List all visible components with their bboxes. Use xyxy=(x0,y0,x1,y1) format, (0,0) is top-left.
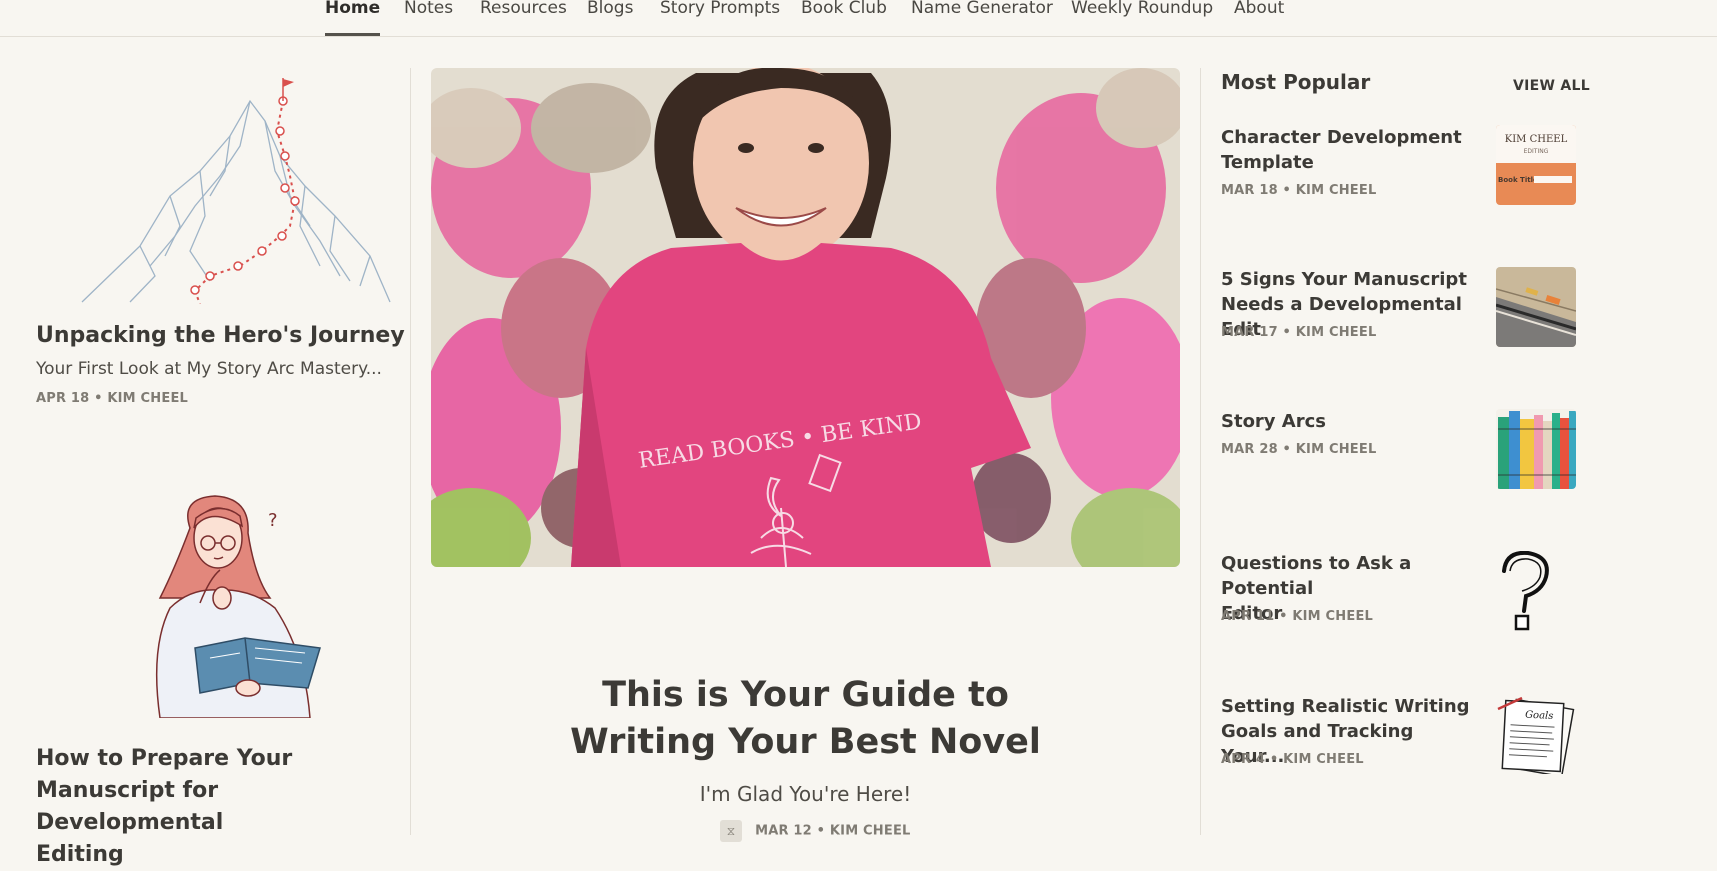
popular-item-5-title-line-1: Setting Realistic Writing xyxy=(1221,696,1470,717)
popular-item-1-meta: MAR 18 • KIM CHEEL xyxy=(1221,183,1377,198)
featured-post-subtitle: I'm Glad You're Here! xyxy=(699,782,912,806)
top-navigation: Home Notes Resources Blogs Story Prompts… xyxy=(0,0,1717,37)
popular-item-1-title-line-1: Character Development xyxy=(1221,127,1462,148)
nav-book-club[interactable]: Book Club xyxy=(801,0,887,36)
mountain-illustration xyxy=(81,78,391,304)
featured-photo: READ BOOKS • BE KIND xyxy=(431,68,1180,567)
thumb-1-brand: KIM CHEEL xyxy=(1505,134,1568,145)
view-all-link[interactable]: VIEW ALL xyxy=(1513,78,1590,94)
featured-post-byline: ⧖ MAR 12 • KIM CHEEL xyxy=(720,820,911,842)
nav-name-generator[interactable]: Name Generator xyxy=(911,0,1053,36)
left-post-1-subtitle: Your First Look at My Story Arc Mastery.… xyxy=(36,359,382,379)
popular-item-4-thumbnail xyxy=(1496,551,1576,631)
left-post-2-title[interactable]: How to Prepare Your Manuscript for Devel… xyxy=(36,743,396,871)
featured-post-title[interactable]: This is Your Guide to Writing Your Best … xyxy=(431,672,1180,766)
nav-blogs[interactable]: Blogs xyxy=(587,0,633,36)
popular-item-2-thumbnail xyxy=(1496,267,1576,347)
left-post-2-title-line-1: How to Prepare Your xyxy=(36,746,293,771)
thumb-1-sub: EDITING xyxy=(1524,148,1549,155)
featured-post-meta: MAR 12 • KIM CHEEL xyxy=(755,823,911,839)
featured-post-image[interactable]: READ BOOKS • BE KIND xyxy=(431,68,1180,567)
popular-item-4-meta: APR 11 • KIM CHEEL xyxy=(1221,609,1374,624)
left-post-1-title[interactable]: Unpacking the Hero's Journey xyxy=(36,320,405,352)
popular-item-3-meta: MAR 28 • KIM CHEEL xyxy=(1221,442,1377,457)
popular-item-1-title[interactable]: Character Development Template xyxy=(1221,125,1481,175)
popular-item-2-meta: MAR 17 • KIM CHEEL xyxy=(1221,325,1377,340)
nav-weekly-roundup[interactable]: Weekly Roundup xyxy=(1071,0,1213,36)
nav-home[interactable]: Home xyxy=(325,0,381,36)
question-mark-icon xyxy=(1502,551,1549,631)
thumb-5-goals-text: Goals xyxy=(1525,710,1554,722)
nav-story-prompts[interactable]: Story Prompts xyxy=(660,0,780,36)
column-divider-right xyxy=(1200,68,1201,835)
popular-item-1-thumbnail: KIM CHEEL EDITING Book Title: xyxy=(1496,125,1576,205)
left-post-1-meta: APR 18 • KIM CHEEL xyxy=(36,391,189,406)
left-post-2-title-line-2: Manuscript for Developmental xyxy=(36,778,224,835)
most-popular-heading: Most Popular xyxy=(1221,70,1371,94)
column-divider-left xyxy=(410,68,411,835)
svg-text:?: ? xyxy=(268,510,278,531)
nav-resources[interactable]: Resources xyxy=(480,0,567,36)
popular-item-2-title-line-1: 5 Signs Your Manuscript xyxy=(1221,269,1467,290)
nav-about[interactable]: About xyxy=(1234,0,1284,36)
popular-item-1-title-line-2: Template xyxy=(1221,152,1314,173)
popular-item-5-meta: APR 4 • KIM CHEEL xyxy=(1221,752,1364,767)
popular-item-3-thumbnail xyxy=(1496,409,1576,489)
featured-title-line-1: This is Your Guide to xyxy=(602,675,1009,715)
popular-item-4-title-line-1: Questions to Ask a Potential xyxy=(1221,553,1412,599)
left-post-2-title-line-3: Editing xyxy=(36,842,124,867)
popular-item-3-title[interactable]: Story Arcs xyxy=(1221,409,1481,434)
featured-title-line-2: Writing Your Best Novel xyxy=(570,722,1041,762)
nav-notes[interactable]: Notes xyxy=(404,0,453,36)
author-avatar-icon: ⧖ xyxy=(720,820,742,842)
reading-woman-illustration: ? xyxy=(155,495,321,718)
popular-item-5-thumbnail: Goals xyxy=(1496,694,1576,774)
